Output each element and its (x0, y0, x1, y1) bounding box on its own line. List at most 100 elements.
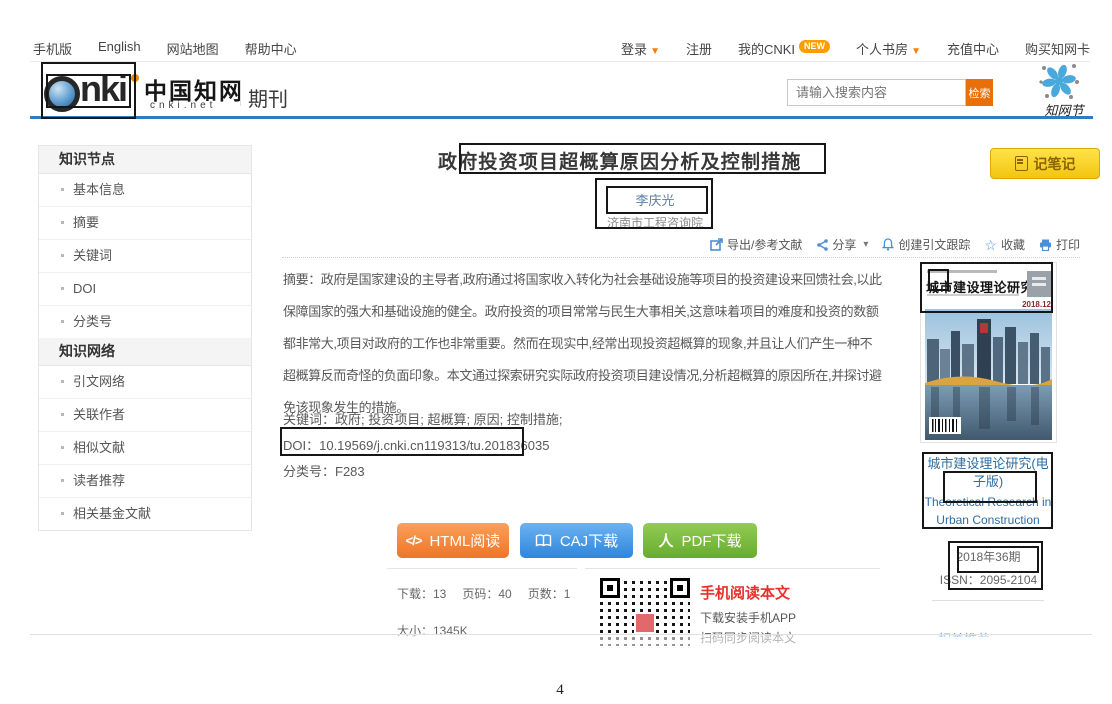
top-nav-left: 手机版 English 网站地图 帮助中心 (33, 39, 297, 58)
nav-link[interactable]: English (98, 39, 141, 58)
export-reference-link[interactable]: 导出/参考文献 (710, 236, 802, 253)
journal-cover[interactable]: 城市建设理论研究 2018.12 (920, 262, 1057, 443)
sidebar-item[interactable]: DOI (39, 273, 251, 306)
share-icon (816, 239, 828, 251)
abstract-line: 摘要：政府是国家建设的主导者,政府通过将国家收入转化为社会基础设施等项目的投资建… (283, 264, 882, 296)
my-cnki-link[interactable]: 我的CNKINEW (738, 39, 830, 58)
journal-issn: ISSN：2095-2104 (920, 571, 1057, 588)
printer-icon (1039, 239, 1052, 251)
sidebar-group-knowledge-network: 引文网络关联作者相似文献读者推荐相关基金文献 (39, 366, 251, 530)
doi-line: DOI：10.19569/j.cnki.cn119313/tu.20183603… (283, 435, 549, 454)
chevron-down-icon: ▾ (863, 239, 868, 250)
sidebar: 知识节点 基本信息摘要关键词DOI分类号 知识网络 引文网络关联作者相似文献读者… (38, 145, 252, 531)
cover-subtitle-bar (927, 294, 1019, 296)
cover-top-bar (927, 270, 997, 273)
cnki-logo[interactable]: nki (80, 68, 126, 110)
page-count-info: 页数：1 (528, 585, 571, 602)
nav-link[interactable]: 网站地图 (167, 39, 219, 58)
bullet-icon (61, 380, 64, 383)
stats-divider (387, 568, 577, 569)
chevron-down-icon: ▼ (911, 46, 921, 57)
bullet-icon (61, 287, 64, 290)
share-link[interactable]: 分享▾ (816, 236, 868, 253)
top-nav: 手机版 English 网站地图 帮助中心 登录▼ 注册 我的CNKINEW 个人书房… (30, 30, 1090, 62)
header-separator (240, 80, 241, 106)
bottom-overlay-bar (30, 634, 1092, 646)
author-affiliation[interactable]: 济南市工程咨询院 (585, 214, 725, 231)
bullet-icon (61, 188, 64, 191)
browser-screenshot-region: 手机版 English 网站地图 帮助中心 登录▼ 注册 我的CNKINEW 个人书房… (0, 0, 1112, 646)
cnki-globe-icon[interactable] (44, 76, 80, 112)
document-page-number: 4 (520, 682, 600, 699)
sidebar-item[interactable]: 相关基金文献 (39, 498, 251, 530)
journal-issue[interactable]: 2018年36期 (920, 548, 1057, 565)
star-icon: ☆ (984, 239, 997, 251)
bullet-icon (61, 479, 64, 482)
journal-name-link[interactable]: 城市建设理论研究(电子版) (925, 455, 1051, 491)
nav-link[interactable]: 手机版 (33, 39, 72, 58)
search-input[interactable] (787, 79, 966, 106)
pdf-download-button[interactable]: 人PDF下载 (643, 523, 757, 558)
sidebar-item[interactable]: 基本信息 (39, 174, 251, 207)
register-link[interactable]: 注册 (686, 39, 712, 58)
sidebar-item[interactable]: 引文网络 (39, 366, 251, 399)
personal-library-link[interactable]: 个人书房▼ (856, 39, 921, 58)
sidebar-item[interactable]: 关键词 (39, 240, 251, 273)
mobile-read-title: 手机阅读本文 (700, 582, 790, 603)
sidebar-item[interactable]: 分类号 (39, 306, 251, 338)
cnki-logo-dot-icon (131, 74, 139, 82)
chevron-down-icon: ▼ (650, 46, 660, 57)
notebook-icon (1015, 156, 1028, 171)
citation-track-link[interactable]: 创建引文跟踪 (882, 236, 970, 253)
bullet-icon (61, 221, 64, 224)
mobile-divider (585, 568, 880, 569)
abstract-line: 保障国家的强大和基础设施的健全。政府投资的项目常常与民生大事相关,这意味着项目的… (283, 296, 882, 328)
abstract: 摘要：政府是国家建设的主导者,政府通过将国家收入转化为社会基础设施等项目的投资建… (283, 264, 882, 424)
sidebar-item[interactable]: 摘要 (39, 207, 251, 240)
article-title: 政府投资项目超概算原因分析及控制措施 (438, 147, 802, 174)
code-icon: </> (406, 533, 422, 548)
sidebar-header-knowledge-network: 知识网络 (39, 338, 251, 366)
take-note-button[interactable]: 记笔记 (990, 148, 1100, 179)
cnki-logo-domain: cnki.net (150, 100, 216, 111)
sidebar-header-knowledge-node: 知识节点 (39, 146, 251, 174)
keywords-line[interactable]: 关键词：政府; 投资项目; 超概算; 原因; 控制措施; (283, 409, 563, 428)
html-read-button[interactable]: </>HTML阅读 (397, 523, 509, 558)
bullet-icon (61, 512, 64, 515)
page-number-info: 页码：40 (462, 585, 511, 602)
cover-publisher-logo (1027, 271, 1051, 297)
export-icon (710, 238, 723, 251)
recharge-link[interactable]: 充值中心 (947, 39, 999, 58)
abstract-line: 超概算反而奇怪的负面印象。本文通过探索研究实际政府投资项目建设情况,分析超概算的… (283, 360, 882, 392)
mobile-read-line1: 下载安装手机APP (700, 609, 796, 626)
print-link[interactable]: 打印 (1039, 236, 1080, 253)
author-link[interactable]: 李庆光 (595, 190, 715, 209)
new-badge: NEW (799, 40, 830, 53)
bell-icon (882, 238, 894, 251)
buy-card-link[interactable]: 购买知网卡 (1025, 39, 1090, 58)
sidebar-item[interactable]: 关联作者 (39, 399, 251, 432)
abstract-line: 都非常大,项目对政府的工作也非常重要。然而在现实中,经常出现投资超概算的现象,并… (283, 328, 882, 360)
bullet-icon (61, 254, 64, 257)
sidebar-group-knowledge-node: 基本信息摘要关键词DOI分类号 (39, 174, 251, 338)
bullet-icon (61, 320, 64, 323)
favorite-link[interactable]: ☆ 收藏 (984, 236, 1025, 253)
acrobat-icon: 人 (658, 530, 673, 551)
classification-line: 分类号：F283 (283, 461, 365, 480)
nav-link[interactable]: 帮助中心 (245, 39, 297, 58)
cover-photo (925, 309, 1052, 440)
caj-download-button[interactable]: CAJ下载 (520, 523, 633, 558)
journal-name-english[interactable]: Theoretical Research in Urban Constructi… (923, 493, 1053, 529)
sidebar-item[interactable]: 读者推荐 (39, 465, 251, 498)
top-nav-right: 登录▼ 注册 我的CNKINEW 个人书房▼ 充值中心 购买知网卡 (621, 39, 1090, 58)
search-button[interactable]: 检索 (966, 79, 993, 106)
header-blue-divider (30, 116, 1093, 119)
cover-issue-label: 2018.12 (1022, 300, 1051, 309)
section-title-journal: 期刊 (248, 83, 288, 112)
article-action-bar: 导出/参考文献 分享▾ 创建引文跟踪 ☆ 收藏 打印 (710, 236, 1080, 253)
login-link[interactable]: 登录▼ (621, 39, 660, 58)
sidebar-item[interactable]: 相似文献 (39, 432, 251, 465)
qr-seal-icon (636, 614, 654, 632)
downloads-count: 下载：13 (397, 585, 446, 602)
article-stats: 下载：13 页码：40 页数：1 (397, 585, 570, 602)
